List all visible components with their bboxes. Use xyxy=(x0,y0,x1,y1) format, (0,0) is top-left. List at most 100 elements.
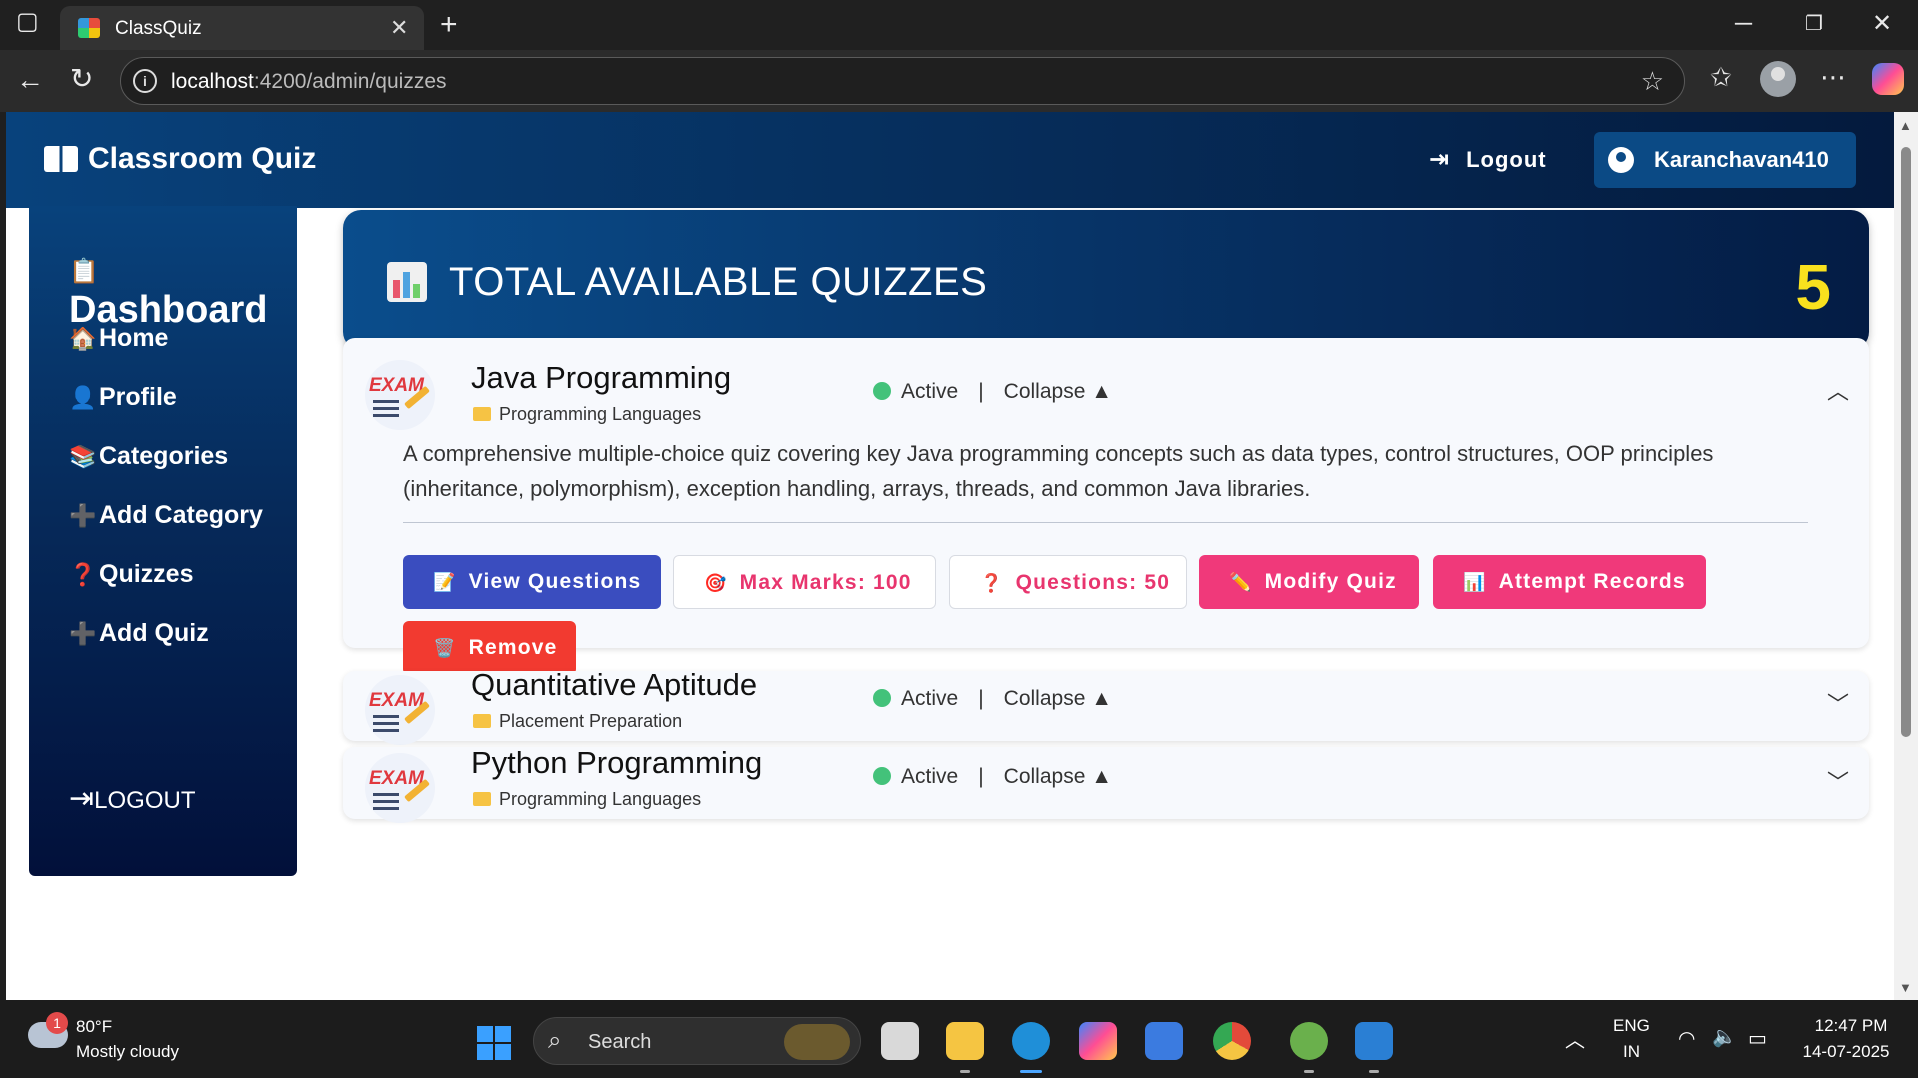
quiz-category-label: Programming Languages xyxy=(499,404,702,424)
tray-overflow-icon[interactable]: ︿ xyxy=(1565,1024,1585,1053)
scroll-thumb[interactable] xyxy=(1901,147,1911,737)
browser-nav-bar: ← ↻ i localhost:4200/admin/quizzes ☆ ✩ ⋯ xyxy=(0,50,1918,112)
exam-icon: EXAM xyxy=(365,753,435,823)
url-host: localhost xyxy=(171,70,254,93)
new-tab-icon[interactable]: + xyxy=(440,10,458,40)
sidebar-item-add-category[interactable]: ➕ Add Category xyxy=(69,501,263,530)
question-icon: ❓ xyxy=(69,562,97,587)
close-window-icon[interactable]: ✕ xyxy=(1872,12,1892,36)
sidebar-item-add-quiz[interactable]: ➕ Add Quiz xyxy=(69,619,209,648)
tab-actions-icon[interactable]: ▢ xyxy=(16,10,39,34)
language-region[interactable]: IN xyxy=(1623,1042,1640,1062)
scroll-down-icon[interactable]: ▼ xyxy=(1899,980,1912,995)
quiz-card: EXAM Quantitative Aptitude Placement Pre… xyxy=(343,667,1869,745)
sidebar-title: 📋Dashboard xyxy=(69,246,297,332)
sidebar-item-quizzes[interactable]: ❓ Quizzes xyxy=(69,560,193,589)
back-icon[interactable]: ← xyxy=(16,66,44,94)
weather-summary[interactable]: Mostly cloudy xyxy=(76,1042,179,1062)
chrome-icon[interactable] xyxy=(1213,1022,1251,1060)
browser-tab[interactable]: ClassQuiz ✕ xyxy=(60,6,424,50)
modify-quiz-button[interactable]: ✏️ Modify Quiz xyxy=(1199,555,1419,609)
header-logout-button[interactable]: ⇥ Logout xyxy=(1429,145,1547,174)
notification-badge: 1 xyxy=(46,1012,68,1034)
status-dot-icon xyxy=(873,767,891,785)
quiz-card: EXAM Python Programming Programming Lang… xyxy=(343,745,1869,823)
attempt-records-button[interactable]: 📊 Attempt Records xyxy=(1433,555,1706,609)
address-bar[interactable]: i localhost:4200/admin/quizzes ☆ xyxy=(120,57,1685,105)
tab-close-icon[interactable]: ✕ xyxy=(390,15,408,41)
favorite-star-icon[interactable]: ☆ xyxy=(1641,66,1664,97)
reload-icon[interactable]: ↻ xyxy=(70,65,93,93)
exam-icon: EXAM xyxy=(365,675,435,745)
logout-icon: ⇥ xyxy=(1429,146,1451,173)
sidebar-item-home[interactable]: 🏠 Home xyxy=(69,324,168,353)
quiz-category: Programming Languages xyxy=(473,789,701,810)
wifi-icon[interactable]: ◠ xyxy=(1678,1026,1695,1051)
file-explorer-icon[interactable] xyxy=(946,1022,984,1060)
quiz-count: 5 xyxy=(1795,251,1831,323)
pencil-icon: ✏️ xyxy=(1229,572,1253,592)
taskbar-search[interactable]: ⌕ Search xyxy=(533,1017,861,1065)
username: Karanchavan410 xyxy=(1654,147,1829,172)
chevron-down-icon[interactable]: ﹀ xyxy=(1827,687,1849,719)
browser-tab-bar: ▢ ClassQuiz ✕ + ─ ❐ ✕ xyxy=(0,0,1918,50)
profile-avatar-icon[interactable] xyxy=(1760,61,1796,97)
clipboard-icon: 📋 xyxy=(69,258,99,285)
sidebar-item-label: Add Category xyxy=(99,501,263,529)
question-icon: ❓ xyxy=(980,573,1004,593)
battery-icon[interactable]: ▭ xyxy=(1748,1026,1767,1051)
quiz-category: Programming Languages xyxy=(473,404,701,425)
scroll-up-icon[interactable]: ▲ xyxy=(1899,118,1912,133)
max-marks-badge: 🎯 Max Marks: 100 xyxy=(673,555,936,609)
minimize-icon[interactable]: ─ xyxy=(1735,12,1752,36)
quiz-title: Quantitative Aptitude xyxy=(471,667,758,702)
store-icon[interactable] xyxy=(1145,1022,1183,1060)
edge-icon[interactable] xyxy=(1012,1022,1050,1060)
brand[interactable]: Classroom Quiz xyxy=(44,142,316,176)
sidebar-item-categories[interactable]: 📚 Categories xyxy=(69,442,228,471)
language-code[interactable]: ENG xyxy=(1613,1016,1650,1036)
chevron-down-icon[interactable]: ﹀ xyxy=(1827,765,1849,797)
favorites-icon[interactable]: ✩ xyxy=(1710,64,1732,90)
books-icon: 📚 xyxy=(69,444,97,469)
sidebar-item-label: Home xyxy=(99,324,169,352)
copilot-icon[interactable] xyxy=(1872,63,1904,95)
page-scrollbar[interactable]: ▲ ▼ xyxy=(1894,112,1918,1000)
total-quizzes-banner: TOTAL AVAILABLE QUIZZES 5 xyxy=(343,210,1869,350)
restore-icon[interactable]: ❐ xyxy=(1805,14,1823,34)
active-indicator xyxy=(1020,1070,1042,1073)
chevron-up-icon[interactable]: ︿ xyxy=(1827,374,1849,406)
view-questions-label: View Questions xyxy=(468,570,642,593)
sidebar-item-profile[interactable]: 👤 Profile xyxy=(69,383,177,412)
user-profile-button[interactable]: Karanchavan410 xyxy=(1594,132,1856,188)
target-icon: 🎯 xyxy=(704,573,728,593)
weather-temperature[interactable]: 80°F xyxy=(76,1017,112,1037)
more-options-icon[interactable]: ⋯ xyxy=(1820,64,1846,90)
running-indicator xyxy=(1304,1070,1314,1073)
collapse-toggle[interactable]: Collapse ▲ xyxy=(1004,687,1112,710)
quiz-card: EXAM Java Programming Programming Langua… xyxy=(343,338,1869,675)
clock-time[interactable]: 12:47 PM xyxy=(1808,1016,1894,1036)
task-view-icon[interactable] xyxy=(881,1022,919,1060)
brand-title: Classroom Quiz xyxy=(88,142,317,175)
collapse-toggle[interactable]: Collapse ▲ xyxy=(1004,765,1112,788)
volume-icon[interactable]: 🔈 xyxy=(1712,1024,1737,1049)
sidebar-item-label: Categories xyxy=(99,442,229,470)
spring-tool-icon[interactable] xyxy=(1290,1022,1328,1060)
clock-date[interactable]: 14-07-2025 xyxy=(1796,1042,1896,1062)
sidebar-item-label: Add Quiz xyxy=(99,619,209,647)
home-icon: 🏠 xyxy=(69,326,97,351)
copilot-app-icon[interactable] xyxy=(1079,1022,1117,1060)
remove-quiz-label: Remove xyxy=(468,636,558,659)
taskbar: 1 80°F Mostly cloudy ⌕ Search ︿ ENG IN ◠… xyxy=(0,1000,1918,1078)
windows-start-icon[interactable] xyxy=(477,1026,511,1060)
quiz-status: Active | Collapse ▲ xyxy=(873,687,1112,711)
collapse-toggle[interactable]: Collapse ▲ xyxy=(1004,380,1112,403)
vscode-icon[interactable] xyxy=(1355,1022,1393,1060)
sidebar-logout-button[interactable]: ⇥LOGOUT xyxy=(69,781,195,816)
questions-count-label: Questions: 50 xyxy=(1015,571,1171,594)
site-info-icon[interactable]: i xyxy=(133,69,157,93)
tab-favicon-icon xyxy=(78,18,100,38)
max-marks-label: Max Marks: 100 xyxy=(739,571,912,594)
view-questions-button[interactable]: 📝 View Questions xyxy=(403,555,661,609)
